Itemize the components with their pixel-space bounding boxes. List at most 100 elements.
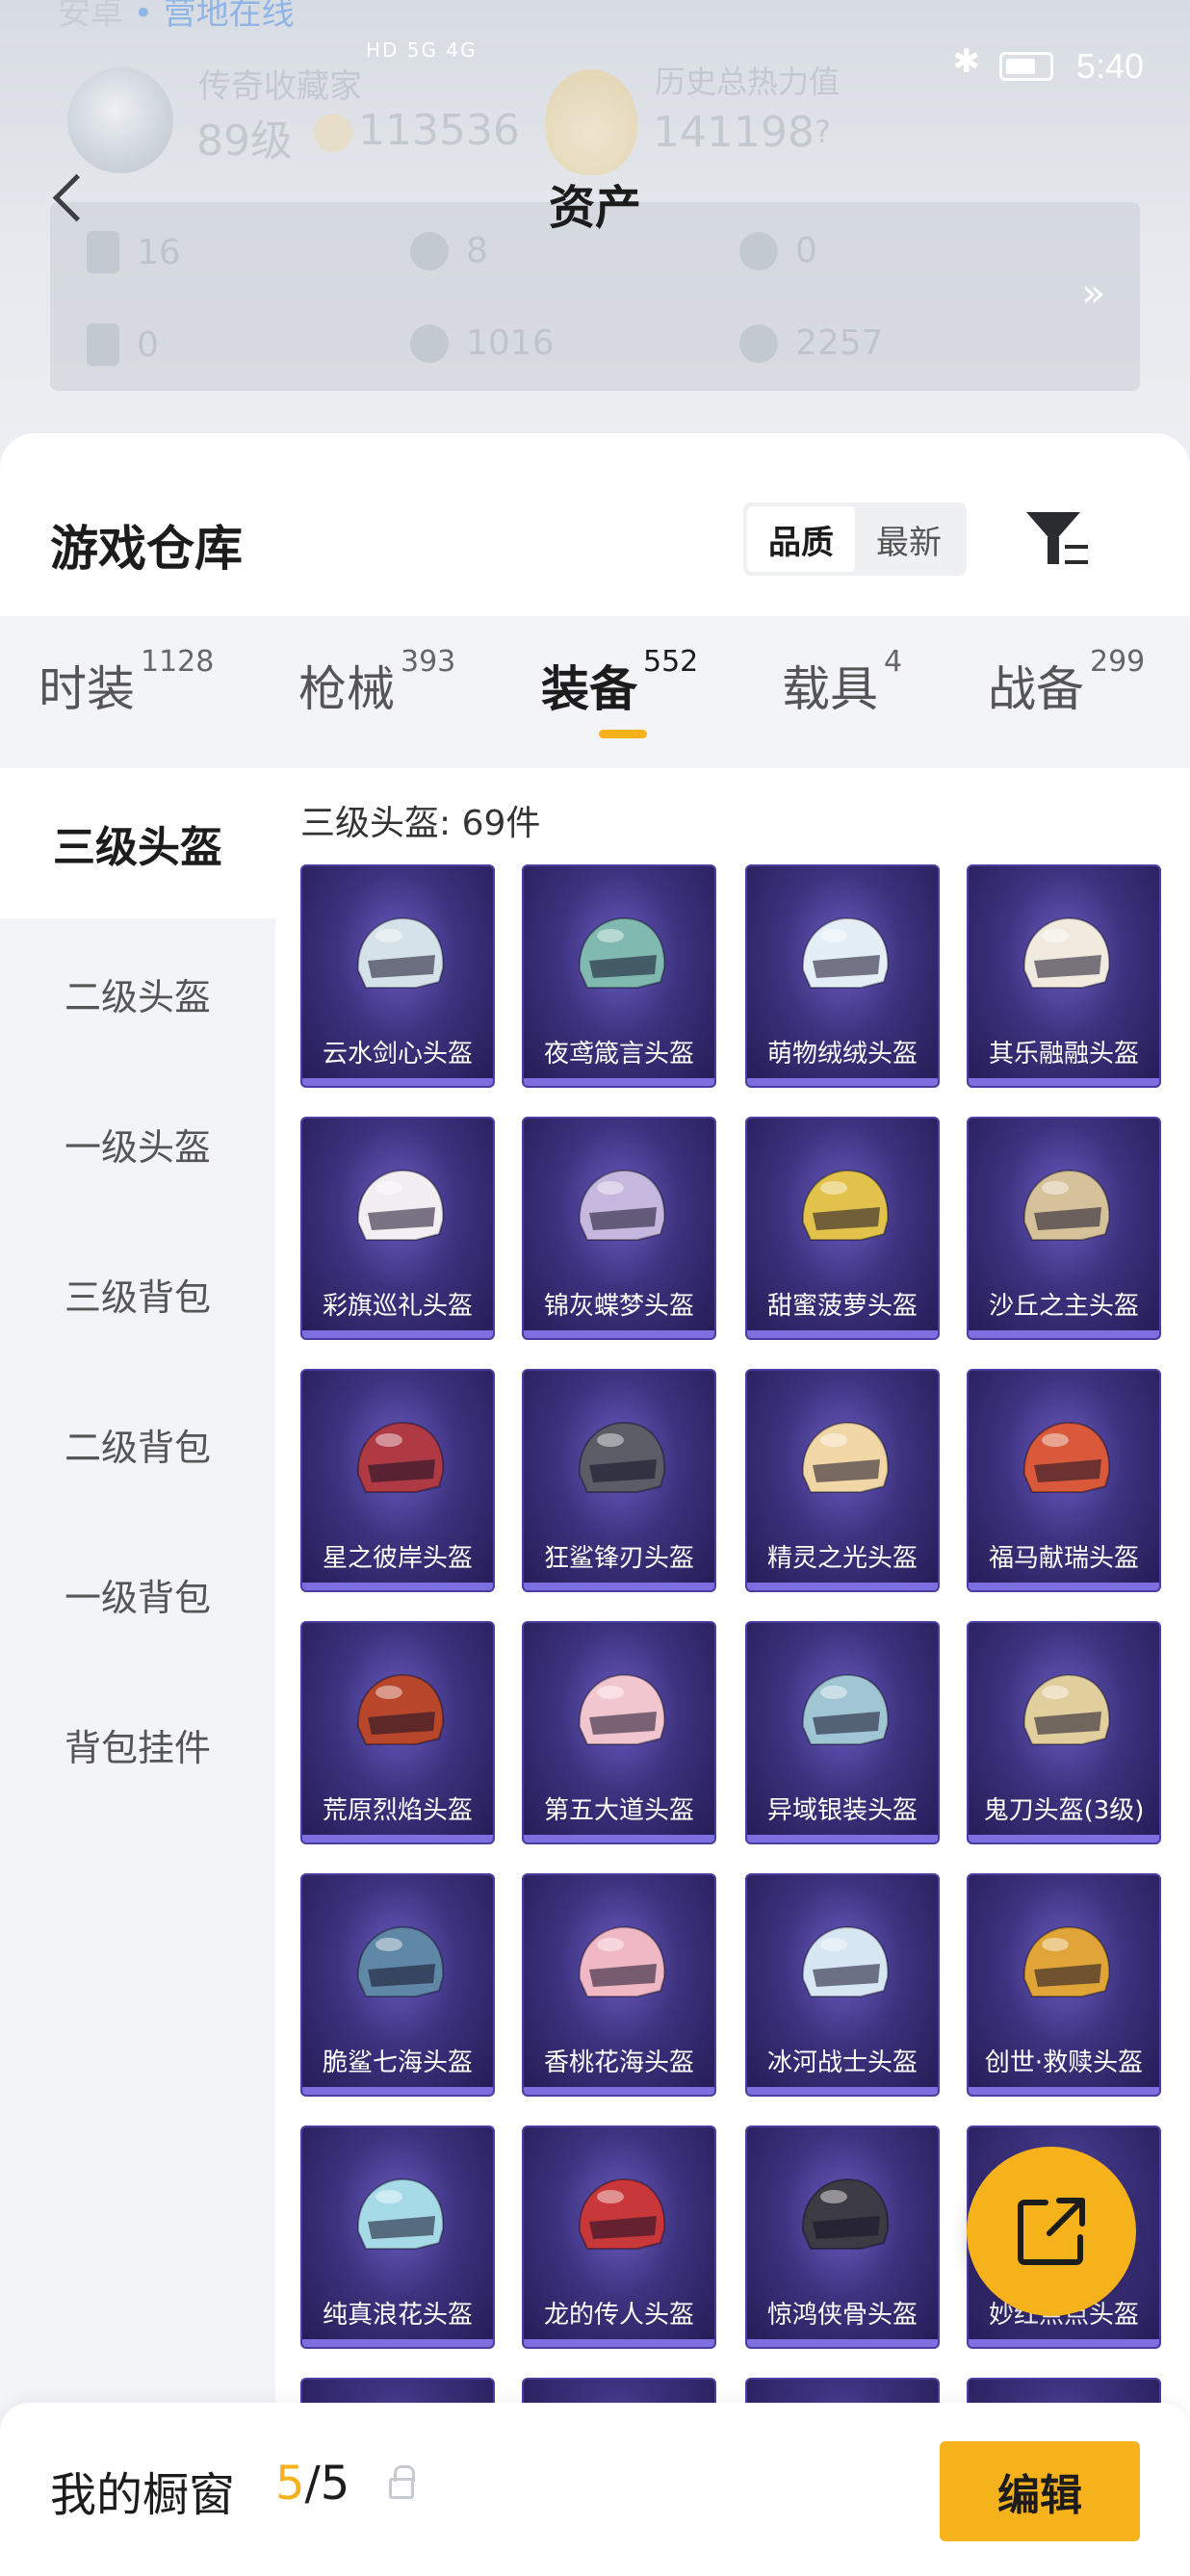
item-card[interactable]: 锦灰蝶梦头盔 [522,1117,716,1340]
sort-quality-option[interactable]: 品质 [747,506,855,572]
filter-icon[interactable] [1026,508,1088,570]
item-card-label: 创世·救赎头盔 [984,2048,1144,2077]
tab-supplies[interactable]: 战备 299 [988,645,1145,720]
edit-button[interactable]: 编辑 [940,2441,1140,2541]
sidebar-item-helmet-1[interactable]: 一级头盔 [0,1069,275,1219]
item-card-label: 龙的传人头盔 [543,2300,694,2330]
asset-item: 1016 [410,323,555,363]
tab-label: 枪械 [298,661,395,717]
share-fab-button[interactable] [967,2147,1136,2316]
card-rarity-stripe [524,1583,714,1590]
item-card-label: 香桃花海头盔 [543,2048,694,2077]
helmet-icon [578,1925,666,1997]
orb-icon [410,323,449,363]
card-rarity-stripe [524,2339,714,2347]
tab-fashion[interactable]: 时装 1128 [39,645,214,720]
item-card[interactable]: 香桃花海头盔 [522,1873,716,2097]
asset-value: 8 [466,231,488,270]
item-card[interactable]: 云水剑心头盔 [300,864,495,1088]
item-card[interactable]: 福马献瑞头盔 [967,1369,1161,1592]
item-card[interactable]: 纯真浪花头盔 [300,2125,495,2349]
item-card[interactable]: 精灵之光头盔 [745,1369,940,1592]
sidebar-item-helmet-2[interactable]: 二级头盔 [0,918,275,1069]
card-rarity-stripe [969,2087,1159,2095]
asset-item: 2257 [739,323,884,363]
helmet-icon [356,2177,445,2250]
item-card[interactable]: 异域银装头盔 [745,1621,940,1844]
helmet-icon [578,2177,666,2250]
coin-count: 113536 [358,106,520,155]
item-card[interactable]: 第五大道头盔 [522,1621,716,1844]
showcase-total: /5 [304,2457,350,2511]
sort-toggle: 品质 最新 [743,502,967,576]
card-rarity-stripe [747,1583,938,1590]
coin-icon [314,114,352,152]
helmet-icon [1022,916,1111,989]
asset-item: 16 [87,231,181,273]
item-card-label: 脆鲨七海头盔 [322,2048,473,2077]
helmet-icon [578,1673,666,1745]
item-card[interactable]: 脆鲨七海头盔 [300,1873,495,2097]
sidebar-item-backpack-3[interactable]: 三级背包 [0,1219,275,1369]
helmet-icon [578,1169,666,1241]
card-rarity-stripe [747,1835,938,1842]
asset-more-icon[interactable]: » [1082,271,1105,316]
card-rarity-stripe [747,1078,938,1086]
item-card-label: 鬼刀头盔(3级) [983,1795,1145,1825]
sort-newest-option[interactable]: 最新 [855,506,963,572]
item-card[interactable]: 甜蜜菠萝头盔 [745,1117,940,1340]
item-card[interactable]: 其乐融融头盔 [967,864,1161,1088]
item-card[interactable]: 惊鸿侠骨头盔 [745,2125,940,2349]
item-card[interactable]: 夜鸢箴言头盔 [522,864,716,1088]
tab-weapons[interactable]: 枪械 393 [298,645,455,720]
card-rarity-stripe [747,2087,938,2095]
item-card-label: 纯真浪花头盔 [322,2300,473,2330]
card-rarity-stripe [302,2339,493,2347]
showcase-current: 5 [275,2457,305,2511]
asset-value: 0 [795,231,817,270]
sidebar-item-backpack-1[interactable]: 一级背包 [0,1519,275,1669]
item-card[interactable]: 沙丘之主头盔 [967,1117,1161,1340]
card-rarity-stripe [969,2339,1159,2347]
asset-value: 0 [137,324,159,365]
tab-count: 1128 [141,645,215,679]
tab-equipment[interactable]: 装备 552 [541,645,698,720]
sidebar-item-pendant[interactable]: 背包挂件 [0,1669,275,1819]
tab-count: 393 [401,645,456,679]
item-card[interactable]: 鬼刀头盔(3级) [967,1621,1161,1844]
tab-count: 299 [1090,645,1146,679]
item-card[interactable]: 创世·救赎头盔 [967,1873,1161,2097]
heat-value: 141198 [653,108,815,157]
sidebar-item-helmet-3[interactable]: 三级头盔 [0,768,275,918]
profile-header: 安卓 • 营地在线 HD 5G 4G ✱ 5:40 传奇收藏家 89级 1135… [0,0,1190,452]
item-card[interactable]: 星之彼岸头盔 [300,1369,495,1592]
item-card[interactable]: 萌物绒绒头盔 [745,864,940,1088]
item-card[interactable]: 龙的传人头盔 [522,2125,716,2349]
helmet-icon [356,1673,445,1745]
item-card[interactable]: 冰河战士头盔 [745,1873,940,2097]
item-card-label: 彩旗巡礼头盔 [322,1291,473,1321]
item-card-label: 惊鸿侠骨头盔 [766,2300,918,2330]
card-rarity-stripe [302,1583,493,1590]
sidebar-item-backpack-2[interactable]: 二级背包 [0,1369,275,1519]
helmet-icon [356,1925,445,1997]
item-card-label: 锦灰蝶梦头盔 [543,1291,694,1321]
badge-icon [739,323,778,363]
asset-value: 2257 [795,323,884,363]
item-card[interactable]: 荒原烈焰头盔 [300,1621,495,1844]
tab-label: 装备 [541,661,637,717]
card-rarity-stripe [969,1835,1159,1842]
card-rarity-stripe [524,1078,714,1086]
helmet-icon [1022,1421,1111,1493]
helmet-icon [356,1421,445,1493]
item-card[interactable]: 狂鲨锋刃头盔 [522,1369,716,1592]
heat-help-icon[interactable]: ? [815,114,831,150]
tab-vehicles[interactable]: 载具 4 [782,645,902,720]
card-rarity-stripe [969,1330,1159,1338]
item-card[interactable]: 彩旗巡礼头盔 [300,1117,495,1340]
card-rarity-stripe [969,1583,1159,1590]
ticket-icon [87,323,119,366]
bluetooth-icon: ✱ [952,42,981,81]
page-title: 资产 [548,181,641,235]
tab-label: 载具 [782,661,878,717]
